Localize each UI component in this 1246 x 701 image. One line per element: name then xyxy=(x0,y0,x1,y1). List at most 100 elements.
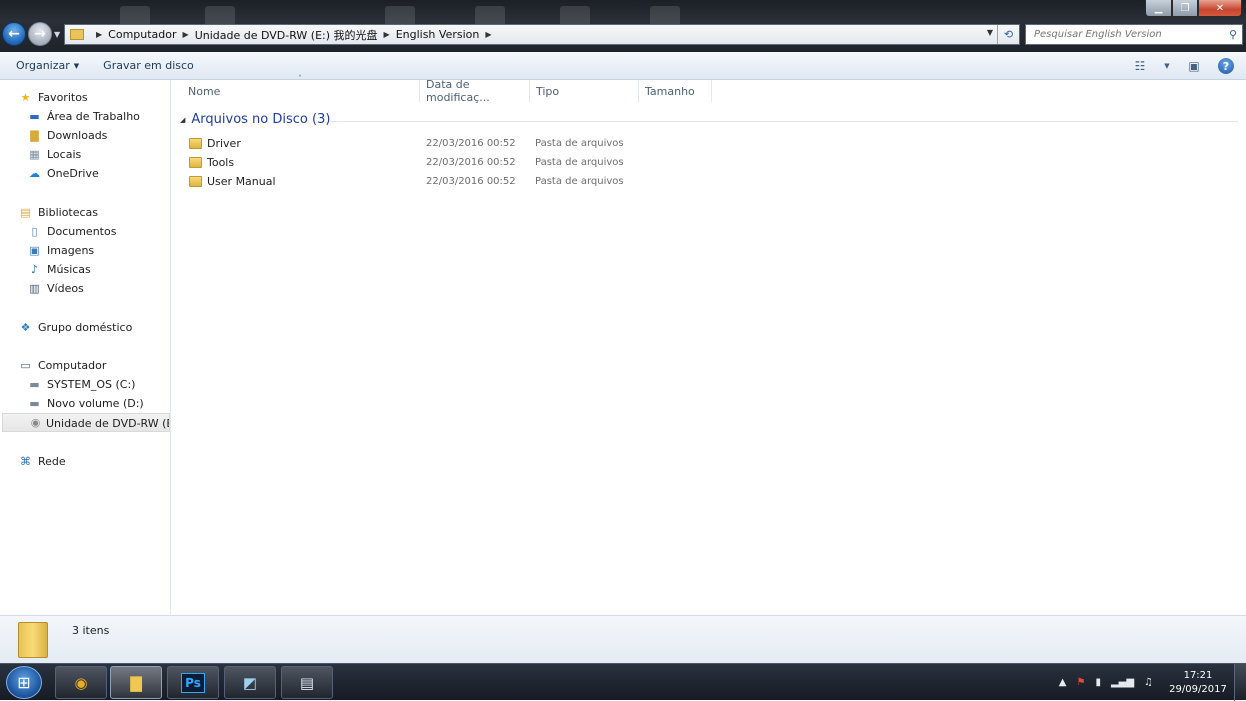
file-date: 22/03/2016 00:52 xyxy=(426,176,516,187)
photoshop-icon: Ps xyxy=(181,672,205,693)
file-name: Driver xyxy=(207,137,241,150)
computer-icon: ▭ xyxy=(20,359,31,372)
nav-images[interactable]: ▣ Imagens xyxy=(27,241,94,260)
forward-button[interactable]: → xyxy=(28,22,52,46)
search-icon[interactable]: ⚲ xyxy=(1229,28,1237,41)
nav-network[interactable]: ⌘ Rede xyxy=(18,452,66,471)
nav-documents[interactable]: ▯ Documentos xyxy=(27,222,116,241)
file-row[interactable]: Driver 22/03/2016 00:52 Pasta de arquivo… xyxy=(172,134,692,153)
document-app-icon: ▤ xyxy=(299,673,315,692)
item-count: 3 itens xyxy=(72,624,110,637)
folder-icon xyxy=(70,29,84,40)
downloads-folder-icon: ▇ xyxy=(30,129,39,142)
column-header-type[interactable]: Tipo xyxy=(530,80,639,102)
breadcrumb-dvd-drive[interactable]: Unidade de DVD-RW (E:) 我的光盘 xyxy=(195,27,378,43)
nav-desktop-label: Área de Trabalho xyxy=(47,110,140,123)
column-header-name[interactable]: Nome ˄ xyxy=(182,74,420,102)
recent-pages-dropdown[interactable]: ▼ xyxy=(54,30,60,39)
cloud-icon: ☁ xyxy=(29,167,40,180)
organize-button[interactable]: Organizar ▼ xyxy=(8,55,87,77)
help-button[interactable]: ? xyxy=(1216,56,1236,76)
nav-videos[interactable]: ▥ Vídeos xyxy=(27,279,84,298)
column-header-date[interactable]: Data de modificaç... xyxy=(420,78,530,104)
nav-drive-c[interactable]: ▬ SYSTEM_OS (C:) xyxy=(27,375,135,394)
breadcrumb-english-version[interactable]: English Version xyxy=(396,28,480,41)
nav-homegroup[interactable]: ❖ Grupo doméstico xyxy=(18,318,133,337)
column-type-label: Tipo xyxy=(536,84,560,98)
refresh-button[interactable]: ⟲ xyxy=(997,25,1019,44)
burn-disc-button[interactable]: Gravar em disco xyxy=(95,55,202,77)
group-title: Arquivos no Disco (3) xyxy=(191,112,331,127)
breadcrumb-computer[interactable]: Computador xyxy=(108,28,176,41)
nav-computer[interactable]: ▭ Computador xyxy=(18,356,106,375)
taskbar-explorer[interactable]: ▇ xyxy=(110,666,162,699)
network-icon: ⌘ xyxy=(20,455,31,468)
preview-pane-button[interactable]: ▣ xyxy=(1184,56,1204,76)
organize-label: Organizar xyxy=(16,59,70,72)
address-bar[interactable]: ▶ Computador ▶ Unidade de DVD-RW (E:) 我的… xyxy=(64,24,1020,45)
clock[interactable]: 17:21 29/09/2017 xyxy=(1162,669,1234,697)
show-desktop-button[interactable] xyxy=(1234,664,1246,701)
chevron-right-icon[interactable]: ▶ xyxy=(485,30,491,39)
taskbar: ⊞ ◉ ▇ Ps ◩ ▤ ▲ ⚑ ▮ ▂▄▆ ♫ 17:21 29/09/201… xyxy=(0,663,1246,701)
taskbar-photoshop[interactable]: Ps xyxy=(167,666,219,699)
system-tray: ▲ ⚑ ▮ ▂▄▆ ♫ 17:21 29/09/2017 xyxy=(1054,664,1246,701)
change-view-button[interactable]: ☷ xyxy=(1130,56,1150,76)
nav-downloads-label: Downloads xyxy=(47,129,108,142)
film-icon: ▥ xyxy=(29,282,40,295)
nav-onedrive-label: OneDrive xyxy=(47,167,99,180)
nav-videos-label: Vídeos xyxy=(47,282,84,295)
libraries-icon: ▤ xyxy=(20,206,31,219)
details-pane: 3 itens xyxy=(0,615,1246,663)
back-button[interactable]: ← xyxy=(2,22,26,46)
chevron-right-icon[interactable]: ▶ xyxy=(183,30,189,39)
details-view-icon: ☷ xyxy=(1134,59,1146,73)
view-options-dropdown[interactable]: ▼ xyxy=(1162,56,1172,76)
column-size-label: Tamanho xyxy=(645,84,695,98)
homegroup-icon: ❖ xyxy=(20,321,31,334)
folder-icon xyxy=(189,157,202,168)
nav-desktop[interactable]: ▬ Área de Trabalho xyxy=(27,107,140,126)
power-icon[interactable]: ▮ xyxy=(1095,677,1101,688)
speaker-icon[interactable]: ♫ xyxy=(1144,677,1153,688)
column-header-size[interactable]: Tamanho xyxy=(639,80,712,102)
desktop-icon: ▬ xyxy=(29,110,40,123)
start-button[interactable]: ⊞ xyxy=(6,666,42,699)
nav-libraries[interactable]: ▤ Bibliotecas xyxy=(18,203,98,222)
collapse-triangle-icon[interactable]: ◢ xyxy=(180,116,185,124)
nav-images-label: Imagens xyxy=(47,244,95,257)
folder-icon xyxy=(189,176,202,187)
address-history-dropdown[interactable]: ▼ xyxy=(987,28,993,37)
command-bar: Organizar ▼ Gravar em disco ☷ ▼ ▣ ? xyxy=(0,52,1246,80)
action-center-flag-icon[interactable]: ⚑ xyxy=(1076,677,1085,688)
arrow-right-icon: → xyxy=(34,26,46,42)
nav-favorites[interactable]: ★ Favoritos xyxy=(18,88,88,107)
signal-bars-icon[interactable]: ▂▄▆ xyxy=(1111,677,1134,688)
documents-icon: ▯ xyxy=(31,225,38,238)
nav-network-label: Rede xyxy=(38,455,66,468)
minimize-button[interactable]: ▁ xyxy=(1145,0,1172,17)
title-bar: ▁ ❐ ✕ ← → ▼ ▶ Computador ▶ Unidade de DV… xyxy=(0,0,1246,52)
window-controls: ▁ ❐ ✕ xyxy=(1145,0,1242,17)
close-button[interactable]: ✕ xyxy=(1198,0,1242,17)
file-row[interactable]: User Manual 22/03/2016 00:52 Pasta de ar… xyxy=(172,172,692,191)
search-input[interactable] xyxy=(1032,28,1222,41)
show-hidden-icons-icon[interactable]: ▲ xyxy=(1059,677,1067,688)
nav-drive-e[interactable]: ◉ Unidade de DVD-RW (E:) 我的光盘 xyxy=(2,413,170,432)
chevron-right-icon[interactable]: ▶ xyxy=(384,30,390,39)
file-name: Tools xyxy=(207,156,235,169)
nav-music[interactable]: ♪ Músicas xyxy=(27,260,91,279)
nav-drive-d[interactable]: ▬ Novo volume (D:) xyxy=(27,394,143,413)
chrome-icon: ◉ xyxy=(74,673,88,692)
taskbar-app[interactable]: ▤ xyxy=(281,666,333,699)
nav-places[interactable]: ▦ Locais xyxy=(27,145,81,164)
taskbar-app[interactable]: ◩ xyxy=(224,666,276,699)
file-row[interactable]: Tools 22/03/2016 00:52 Pasta de arquivos xyxy=(172,153,692,172)
nav-downloads[interactable]: ▇ Downloads xyxy=(27,126,107,145)
nav-onedrive[interactable]: ☁ OneDrive xyxy=(27,164,99,183)
taskbar-chrome[interactable]: ◉ xyxy=(55,666,107,699)
maximize-button[interactable]: ❐ xyxy=(1172,0,1198,17)
group-header[interactable]: ◢ Arquivos no Disco (3) xyxy=(180,112,330,127)
chevron-right-icon[interactable]: ▶ xyxy=(96,30,102,39)
chevron-down-icon: ▼ xyxy=(1164,62,1170,70)
